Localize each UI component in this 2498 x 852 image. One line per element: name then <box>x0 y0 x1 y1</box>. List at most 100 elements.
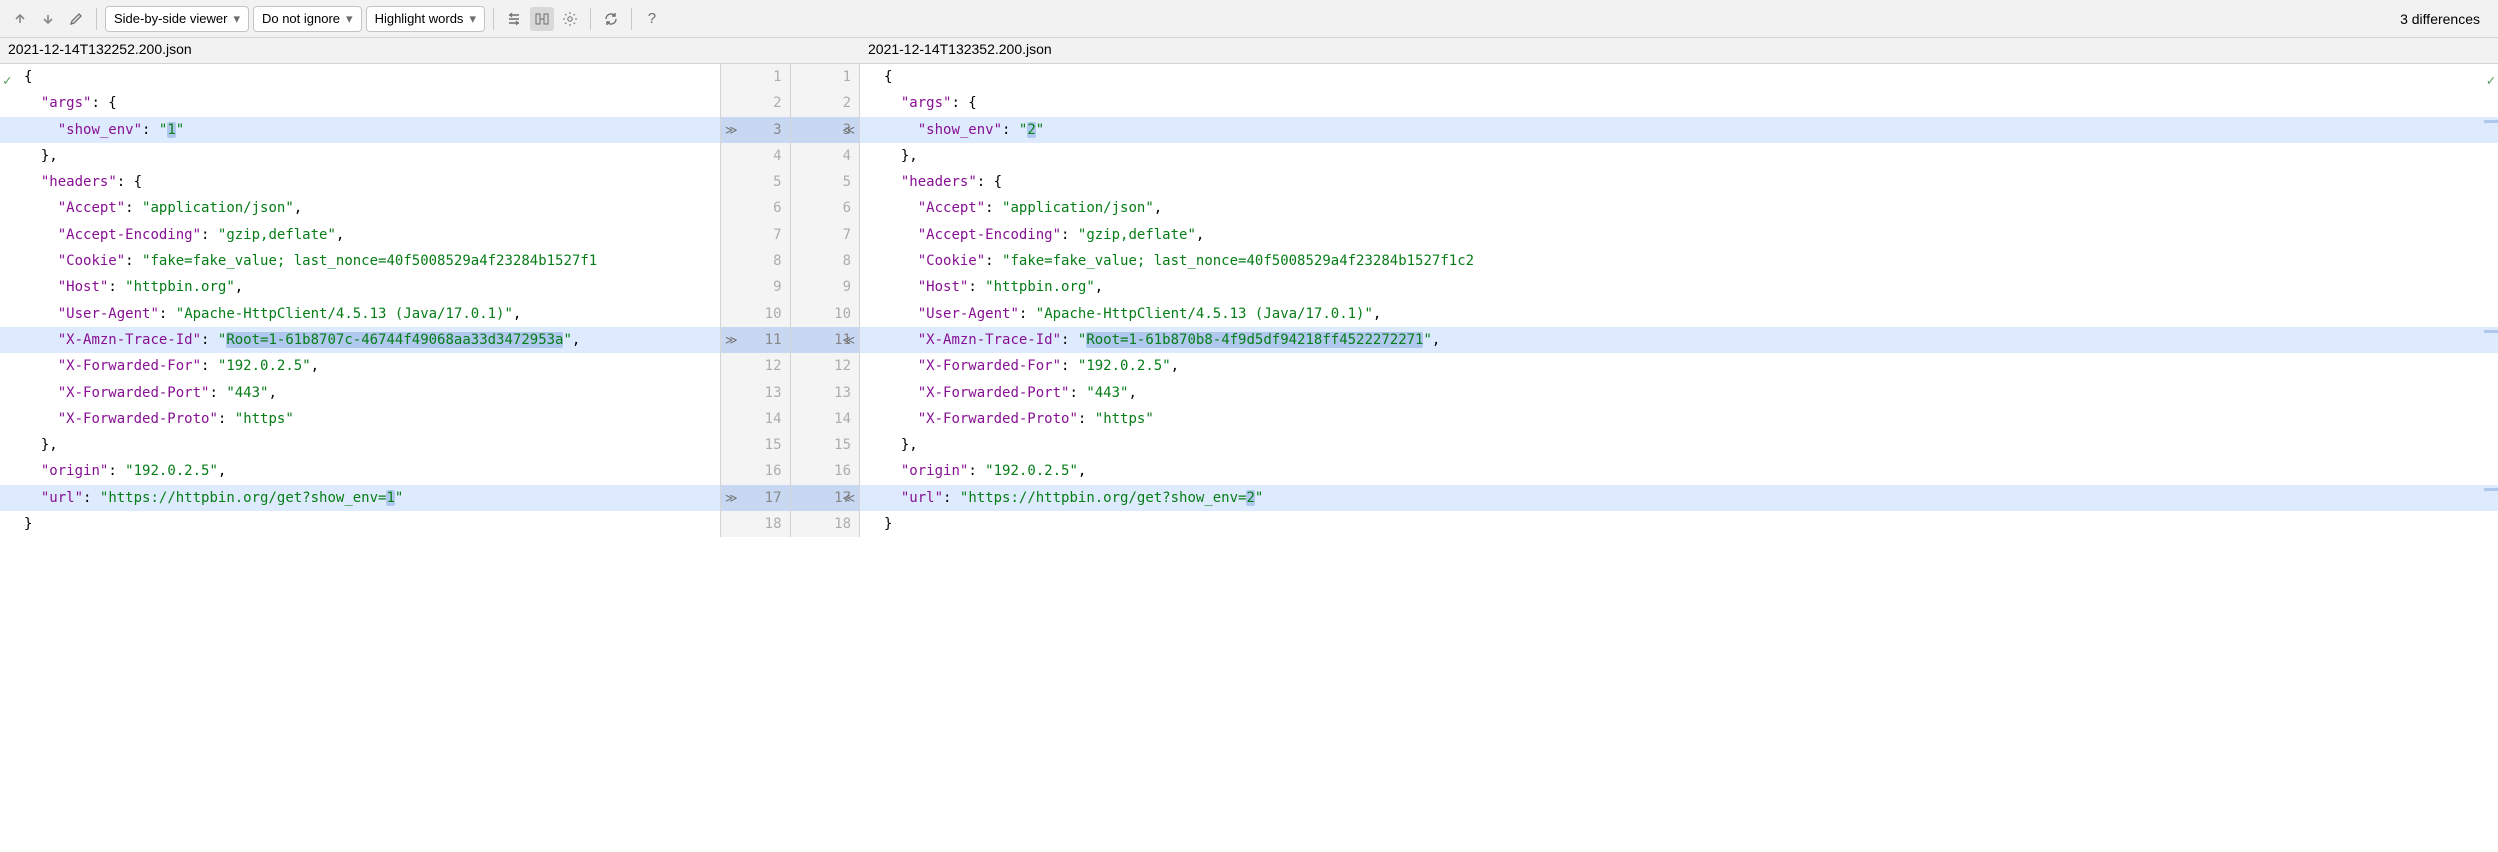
code-line: }, <box>0 432 720 458</box>
line-number: 15 <box>721 432 790 458</box>
ignore-mode-dropdown[interactable]: Do not ignore ▾ <box>253 6 362 32</box>
next-diff-icon[interactable] <box>36 7 60 31</box>
chevron-down-icon: ▾ <box>469 11 476 27</box>
toolbar-separator <box>590 8 591 30</box>
code-line: "Accept-Encoding": "gzip,deflate", <box>0 222 720 248</box>
highlight-mode-dropdown[interactable]: Highlight words ▾ <box>366 6 485 32</box>
line-number: 9 <box>721 274 790 300</box>
code-line: "X-Forwarded-Port": "443", <box>0 380 720 406</box>
chevron-down-icon: ▾ <box>346 11 353 27</box>
prev-diff-icon[interactable] <box>8 7 32 31</box>
code-line: }, <box>860 432 2498 458</box>
code-line: "headers": { <box>0 169 720 195</box>
code-line: "X-Forwarded-For": "192.0.2.5", <box>0 353 720 379</box>
right-filename: 2021-12-14T132352.200.json <box>860 38 2498 63</box>
code-line: "origin": "192.0.2.5", <box>860 458 2498 484</box>
code-line: "Host": "httpbin.org", <box>860 274 2498 300</box>
line-number: 17≪ <box>791 485 860 511</box>
line-number: 18 <box>791 511 860 537</box>
code-line: "Host": "httpbin.org", <box>0 274 720 300</box>
checkmark-icon: ✓ <box>2487 68 2495 94</box>
code-line: "Accept": "application/json", <box>0 195 720 221</box>
apply-right-icon[interactable]: ≫ <box>725 327 738 353</box>
line-number: 11≪ <box>791 327 860 353</box>
apply-left-icon[interactable]: ≪ <box>842 117 855 143</box>
left-pane[interactable]: ✓ { "args": { "show_env": "1" }, "header… <box>0 64 720 537</box>
code-line: "Accept-Encoding": "gzip,deflate", <box>860 222 2498 248</box>
code-line: "args": { <box>860 90 2498 116</box>
apply-right-icon[interactable]: ≫ <box>725 485 738 511</box>
line-number: 5 <box>721 169 790 195</box>
line-number: 10 <box>791 301 860 327</box>
apply-left-icon[interactable]: ≪ <box>842 327 855 353</box>
chevron-down-icon: ▾ <box>233 11 240 27</box>
edit-icon[interactable] <box>64 7 88 31</box>
code-line: "X-Forwarded-Port": "443", <box>860 380 2498 406</box>
line-number: 2 <box>721 90 790 116</box>
code-line: "X-Forwarded-For": "192.0.2.5", <box>860 353 2498 379</box>
line-number: 4 <box>721 143 790 169</box>
code-line: "X-Amzn-Trace-Id": "Root=1-61b870b8-4f9d… <box>860 327 2498 353</box>
toolbar-separator <box>96 8 97 30</box>
line-number: 1 <box>721 64 790 90</box>
line-number: 2 <box>791 90 860 116</box>
code-line: } <box>860 511 2498 537</box>
viewer-mode-dropdown[interactable]: Side-by-side viewer ▾ <box>105 6 249 32</box>
line-number: 14 <box>721 406 790 432</box>
settings-icon[interactable] <box>558 7 582 31</box>
code-line: "X-Forwarded-Proto": "https" <box>860 406 2498 432</box>
left-filename: 2021-12-14T132252.200.json <box>0 38 720 63</box>
line-number: 6 <box>721 195 790 221</box>
code-line: "url": "https://httpbin.org/get?show_env… <box>860 485 2498 511</box>
line-number: 17≫ <box>721 485 790 511</box>
line-number: 11≫ <box>721 327 790 353</box>
code-line: "User-Agent": "Apache-HttpClient/4.5.13 … <box>860 301 2498 327</box>
sync-scroll-icon[interactable] <box>530 7 554 31</box>
apply-right-icon[interactable]: ≫ <box>725 117 738 143</box>
help-icon[interactable]: ? <box>640 7 664 31</box>
line-number: 6 <box>791 195 860 221</box>
code-line: { <box>860 64 2498 90</box>
line-number: 13 <box>721 380 790 406</box>
line-number: 16 <box>791 458 860 484</box>
code-line: "origin": "192.0.2.5", <box>0 458 720 484</box>
diff-body: ✓ { "args": { "show_env": "1" }, "header… <box>0 64 2498 537</box>
code-line: "Accept": "application/json", <box>860 195 2498 221</box>
code-line: "X-Amzn-Trace-Id": "Root=1-61b8707c-4674… <box>0 327 720 353</box>
line-number: 13 <box>791 380 860 406</box>
code-line: "Cookie": "fake=fake_value; last_nonce=4… <box>0 248 720 274</box>
line-number-gutter: 123≫4567891011≫121314151617≫18 123≪45678… <box>720 64 860 537</box>
line-number: 18 <box>721 511 790 537</box>
line-number: 8 <box>791 248 860 274</box>
line-number: 9 <box>791 274 860 300</box>
code-line: "User-Agent": "Apache-HttpClient/4.5.13 … <box>0 301 720 327</box>
right-scroll-markers <box>2484 64 2498 537</box>
line-number: 16 <box>721 458 790 484</box>
line-number: 7 <box>791 222 860 248</box>
apply-left-icon[interactable]: ≪ <box>842 485 855 511</box>
code-line: "Cookie": "fake=fake_value; last_nonce=4… <box>860 248 2498 274</box>
code-line: "headers": { <box>860 169 2498 195</box>
viewer-mode-label: Side-by-side viewer <box>114 11 227 26</box>
collapse-unchanged-icon[interactable] <box>502 7 526 31</box>
line-number: 7 <box>721 222 790 248</box>
code-line: "url": "https://httpbin.org/get?show_env… <box>0 485 720 511</box>
code-line: "X-Forwarded-Proto": "https" <box>0 406 720 432</box>
line-number: 12 <box>791 353 860 379</box>
toolbar-separator <box>493 8 494 30</box>
right-pane[interactable]: ✓ { "args": { "show_env": "2" }, "header… <box>860 64 2498 537</box>
ignore-mode-label: Do not ignore <box>262 11 340 26</box>
line-number: 14 <box>791 406 860 432</box>
code-line: } <box>0 511 720 537</box>
line-number: 1 <box>791 64 860 90</box>
line-number: 5 <box>791 169 860 195</box>
line-number: 10 <box>721 301 790 327</box>
code-line: { <box>0 64 720 90</box>
refresh-icon[interactable] <box>599 7 623 31</box>
line-number: 15 <box>791 432 860 458</box>
checkmark-icon: ✓ <box>3 68 11 94</box>
code-line: "show_env": "1" <box>0 117 720 143</box>
highlight-mode-label: Highlight words <box>375 11 464 26</box>
line-number: 3≫ <box>721 117 790 143</box>
code-line: }, <box>0 143 720 169</box>
